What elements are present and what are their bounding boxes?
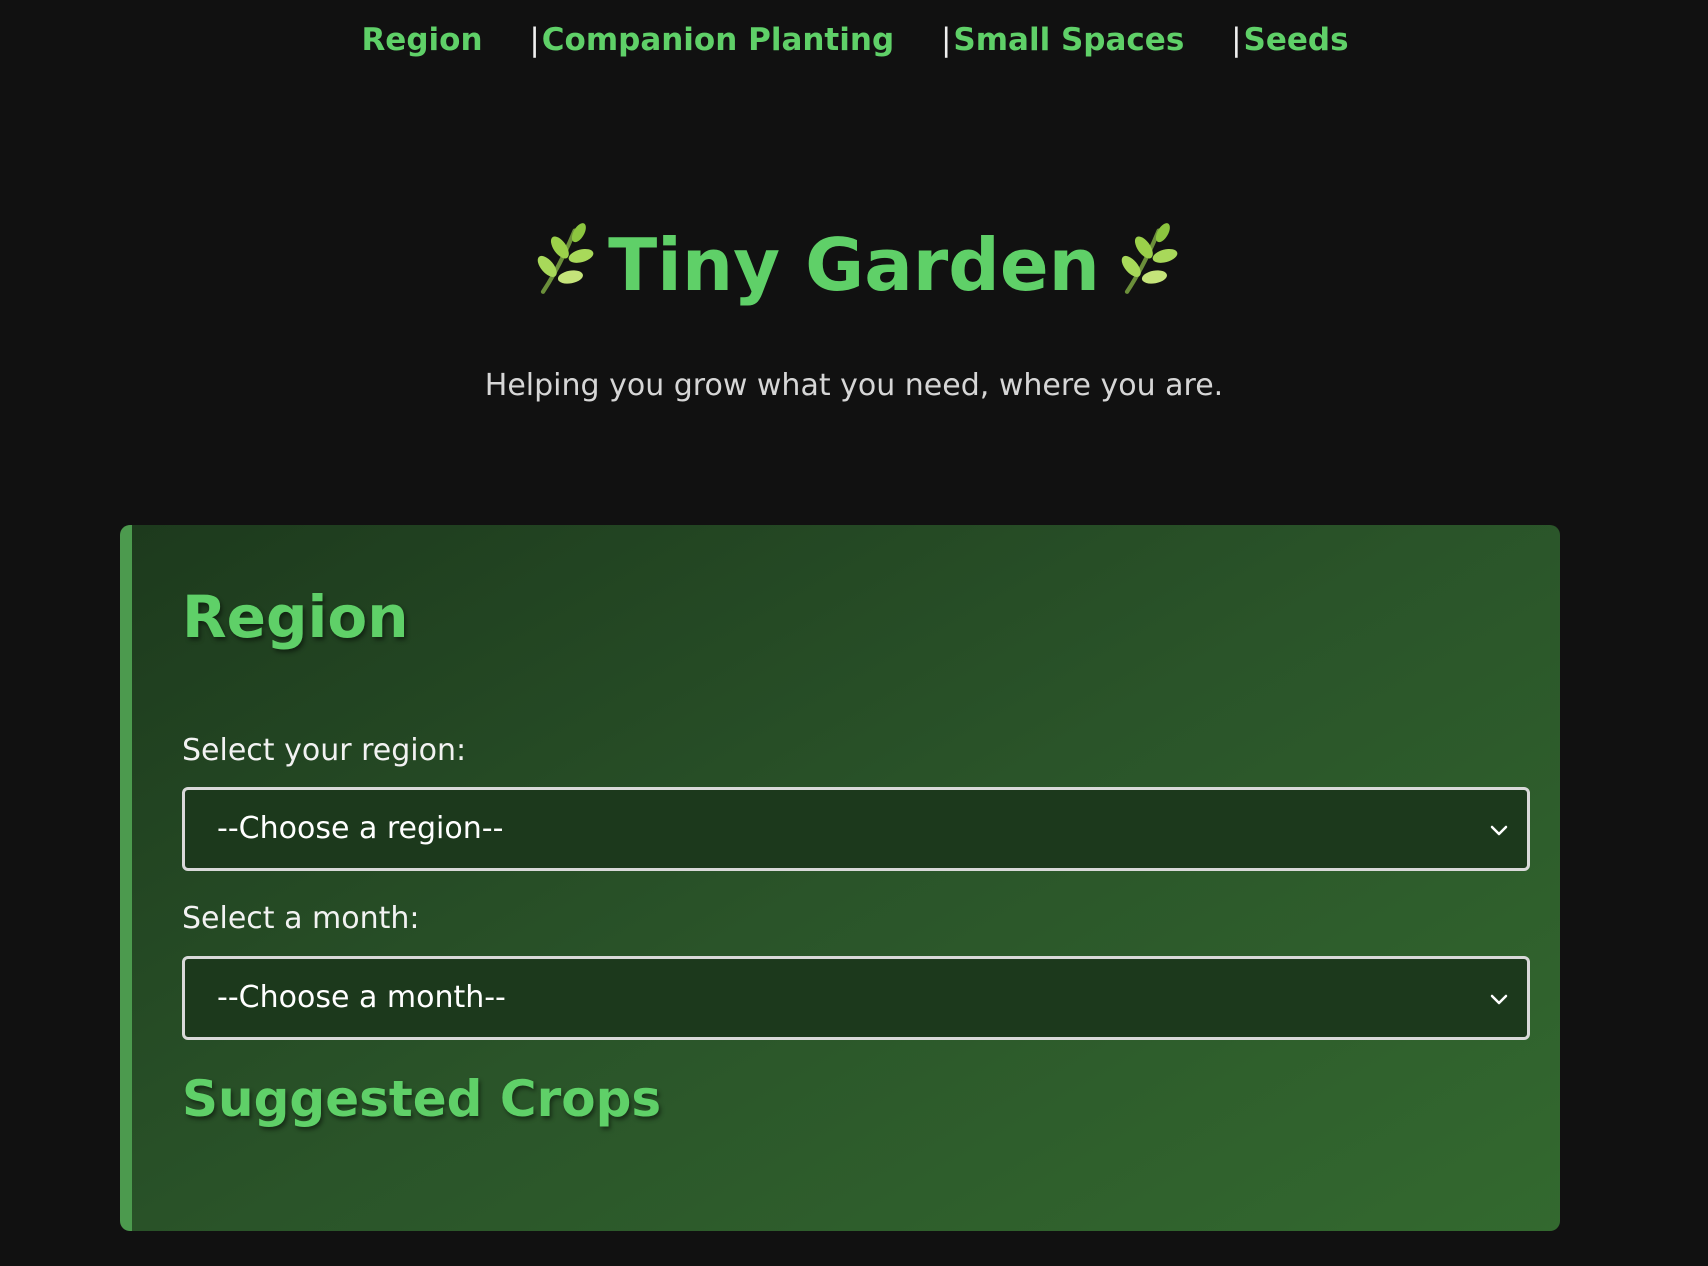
nav-separator: | bbox=[529, 22, 540, 58]
nav-link-label: Seeds bbox=[1243, 22, 1349, 58]
suggested-crops-heading: Suggested Crops bbox=[182, 1070, 662, 1128]
month-select-label: Select a month: bbox=[182, 901, 420, 936]
page-title: Tiny Garden bbox=[0, 220, 1708, 307]
nav-separator: | bbox=[940, 22, 952, 58]
nav-link-label: Region bbox=[361, 22, 483, 58]
nav-link-seeds[interactable]: |Seeds bbox=[1231, 22, 1348, 58]
chevron-down-icon bbox=[1490, 825, 1508, 836]
region-select-value: --Choose a region-- bbox=[217, 811, 504, 846]
nav-link-companion-planting[interactable]: |Companion Planting bbox=[529, 22, 894, 58]
region-select[interactable]: --Choose a region-- bbox=[182, 787, 1530, 871]
title-text: Tiny Garden bbox=[608, 223, 1100, 308]
nav-link-label: Small Spaces bbox=[953, 22, 1185, 58]
region-card: Region Select your region: --Choose a re… bbox=[120, 525, 1560, 1231]
region-select-label: Select your region: bbox=[182, 733, 467, 768]
nav-link-region[interactable]: Region bbox=[359, 22, 482, 58]
nav-link-small-spaces[interactable]: |Small Spaces bbox=[941, 22, 1184, 58]
nav-separator: | bbox=[1231, 22, 1242, 58]
month-select-value: --Choose a month-- bbox=[217, 980, 506, 1015]
chevron-down-icon bbox=[1490, 994, 1508, 1005]
month-select[interactable]: --Choose a month-- bbox=[182, 956, 1530, 1040]
herb-icon bbox=[1121, 223, 1178, 295]
herb-icon bbox=[537, 223, 594, 295]
page-subtitle: Helping you grow what you need, where yo… bbox=[484, 368, 1224, 403]
region-heading: Region bbox=[182, 583, 409, 651]
nav-link-label: Companion Planting bbox=[541, 22, 895, 58]
top-nav: Region |Companion Planting |Small Spaces… bbox=[0, 22, 1708, 70]
